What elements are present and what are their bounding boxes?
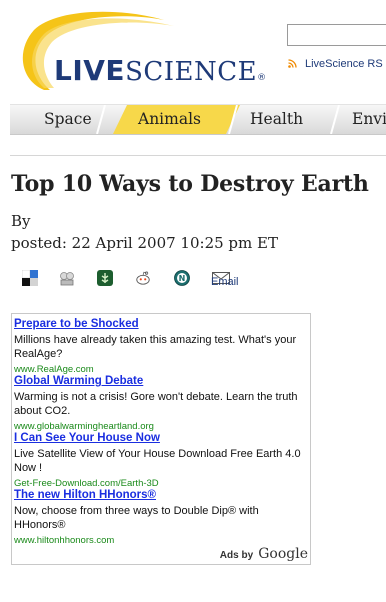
rss-link[interactable]: LiveScience RS [288, 58, 383, 70]
reddit-icon[interactable] [135, 270, 151, 286]
ad-item: The new Hilton HHonors® Now, choose from… [14, 488, 308, 547]
ad-title-link[interactable]: Global Warming Debate [14, 374, 308, 388]
nav-separator [228, 105, 238, 134]
ad-item: Global Warming Debate Warming is not a c… [14, 374, 308, 433]
digg-icon[interactable] [59, 270, 75, 286]
nav-tab-environment[interactable]: Envi [352, 105, 386, 134]
header-divider [10, 155, 386, 156]
rss-label: LiveScience RS [305, 58, 383, 70]
article-byline: By [11, 212, 31, 230]
logo-live-text: Live [54, 54, 126, 87]
delicious-icon[interactable] [22, 270, 38, 286]
ad-description: Now, choose from three ways to Double Di… [14, 505, 259, 531]
ad-description: Millions have already taken this amazing… [14, 334, 297, 360]
ad-description: Warming is not a crisis! Gore won't deba… [14, 391, 298, 417]
newsvine-icon[interactable] [97, 270, 113, 286]
netscape-icon[interactable]: N [174, 270, 190, 286]
google-ads-box: Prepare to be Shocked Millions have alre… [11, 313, 311, 565]
search-input[interactable] [287, 24, 386, 46]
google-wordmark: Google [258, 546, 308, 562]
ads-by-label: Ads by [219, 550, 254, 561]
ad-title-link[interactable]: I Can See Your House Now [14, 431, 308, 445]
nav-tab-space[interactable]: Space [44, 105, 92, 134]
nav-tab-health[interactable]: Health [250, 105, 303, 134]
ad-title-link[interactable]: Prepare to be Shocked [14, 317, 308, 331]
main-nav: Space Animals Health Envi [10, 104, 386, 135]
ad-item: I Can See Your House Now Live Satellite … [14, 431, 308, 490]
logo-science-text: Science [125, 57, 258, 87]
ad-item: Prepare to be Shocked Millions have alre… [14, 317, 308, 376]
ad-title-link[interactable]: The new Hilton HHonors® [14, 488, 308, 502]
svg-text:N: N [179, 274, 186, 283]
email-link[interactable]: Email [211, 276, 239, 288]
rss-icon [288, 59, 297, 68]
livescience-logo[interactable]: LiveScience® [14, 10, 266, 92]
site-header: LiveScience® LiveScience RS [0, 0, 386, 100]
nav-separator [330, 105, 340, 134]
ads-by-google-link[interactable]: Ads by Google [220, 543, 308, 562]
nav-tab-animals[interactable]: Animals [138, 105, 201, 134]
nav-separator [96, 105, 106, 134]
logo-registered-mark: ® [257, 73, 267, 83]
article-title: Top 10 Ways to Destroy Earth [11, 171, 369, 197]
ad-description: Live Satellite View of Your House Downlo… [14, 448, 301, 474]
logo-wordmark: LiveScience® [54, 54, 266, 87]
article-posted-date: posted: 22 April 2007 10:25 pm ET [11, 234, 278, 252]
